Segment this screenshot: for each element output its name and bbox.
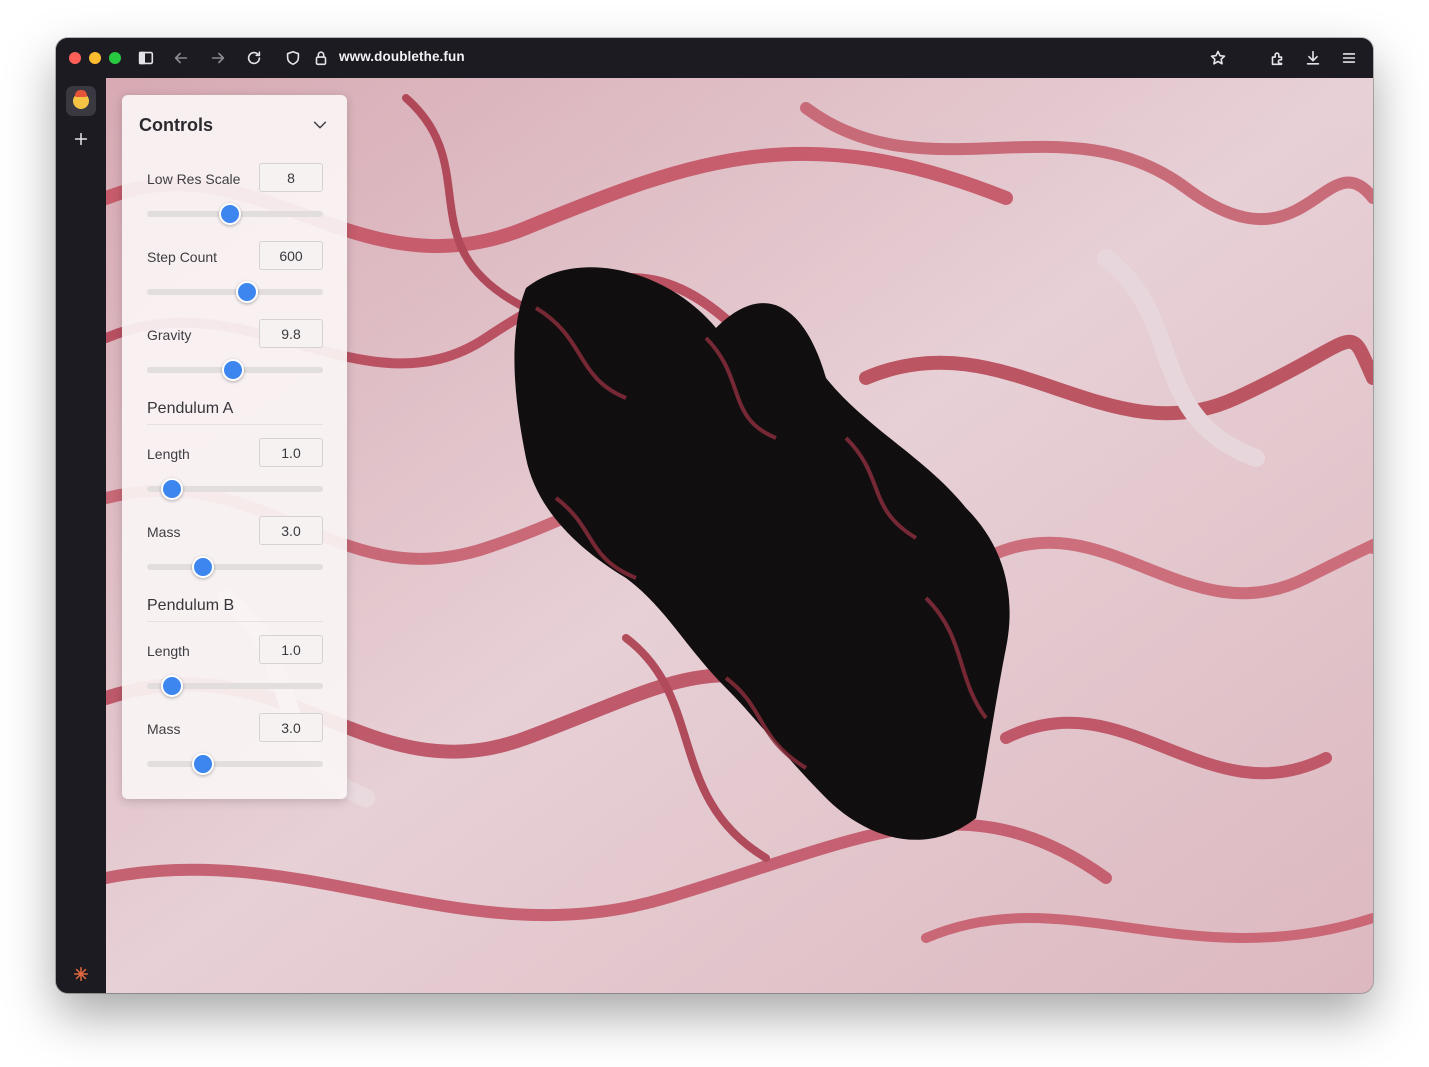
step-count-slider-thumb[interactable]: [236, 281, 259, 303]
step-count-slider[interactable]: [147, 289, 323, 295]
pendulum-a-mass-input[interactable]: [259, 516, 323, 545]
pendulum-b-length-input[interactable]: [259, 635, 323, 664]
gravity-slider-thumb[interactable]: [222, 359, 245, 381]
pendulum-b-length-slider-thumb[interactable]: [160, 675, 183, 697]
download-icon[interactable]: [1302, 47, 1324, 69]
chevron-down-icon[interactable]: [311, 116, 329, 134]
pendulum-b-heading: Pendulum B: [147, 597, 235, 614]
extensions-icon[interactable]: [1266, 47, 1288, 69]
url-bar[interactable]: www.doublethe.fun: [339, 49, 465, 64]
back-arrow-icon[interactable]: [170, 47, 192, 69]
maximize-window-button[interactable]: [109, 52, 121, 64]
bookmark-star-icon[interactable]: [1207, 47, 1229, 69]
pendulum-a-length-label: Length: [147, 446, 190, 462]
pendulum-b-mass-label: Mass: [147, 721, 181, 737]
pendulum-b-mass-slider[interactable]: [147, 761, 323, 767]
pendulum-a-mass-slider-thumb[interactable]: [192, 556, 215, 578]
section-divider: [147, 621, 323, 622]
forward-arrow-icon[interactable]: [207, 47, 229, 69]
emoji-face-icon: [73, 90, 89, 109]
browser-sidebar: [56, 78, 106, 993]
shield-icon[interactable]: [282, 47, 304, 69]
gravity-label: Gravity: [147, 327, 192, 343]
profile-avatar[interactable]: [66, 86, 96, 116]
low-res-scale-slider-thumb[interactable]: [218, 203, 241, 225]
pendulum-a-mass-label: Mass: [147, 524, 181, 540]
pendulum-a-length-input[interactable]: [259, 438, 323, 467]
reload-icon[interactable]: [243, 47, 265, 69]
browser-window: www.doublethe.fun Controls Low Res Scale…: [56, 38, 1373, 993]
extension-spark-icon[interactable]: [70, 963, 92, 985]
pendulum-b-length-label: Length: [147, 643, 190, 659]
browser-toolbar: www.doublethe.fun: [56, 38, 1373, 78]
controls-panel: Controls Low Res Scale Step Count Gravit…: [122, 95, 347, 799]
menu-icon[interactable]: [1338, 47, 1360, 69]
minimize-window-button[interactable]: [89, 52, 101, 64]
canvas-area[interactable]: Controls Low Res Scale Step Count Gravit…: [106, 78, 1373, 993]
pendulum-b-mass-slider-thumb[interactable]: [192, 753, 215, 775]
plus-icon[interactable]: [70, 128, 92, 150]
close-window-button[interactable]: [69, 52, 81, 64]
step-count-label: Step Count: [147, 249, 218, 265]
low-res-scale-input[interactable]: [259, 163, 323, 192]
pendulum-a-length-slider-thumb[interactable]: [160, 478, 183, 500]
controls-title: Controls: [139, 115, 213, 135]
pendulum-a-mass-slider[interactable]: [147, 564, 323, 570]
low-res-scale-label: Low Res Scale: [147, 171, 241, 187]
section-divider: [147, 424, 323, 425]
sidebar-toggle-icon[interactable]: [135, 47, 157, 69]
pendulum-b-mass-input[interactable]: [259, 713, 323, 742]
lock-icon[interactable]: [310, 47, 332, 69]
step-count-input[interactable]: [259, 241, 323, 270]
gravity-input[interactable]: [259, 319, 323, 348]
pendulum-a-heading: Pendulum A: [147, 400, 234, 417]
